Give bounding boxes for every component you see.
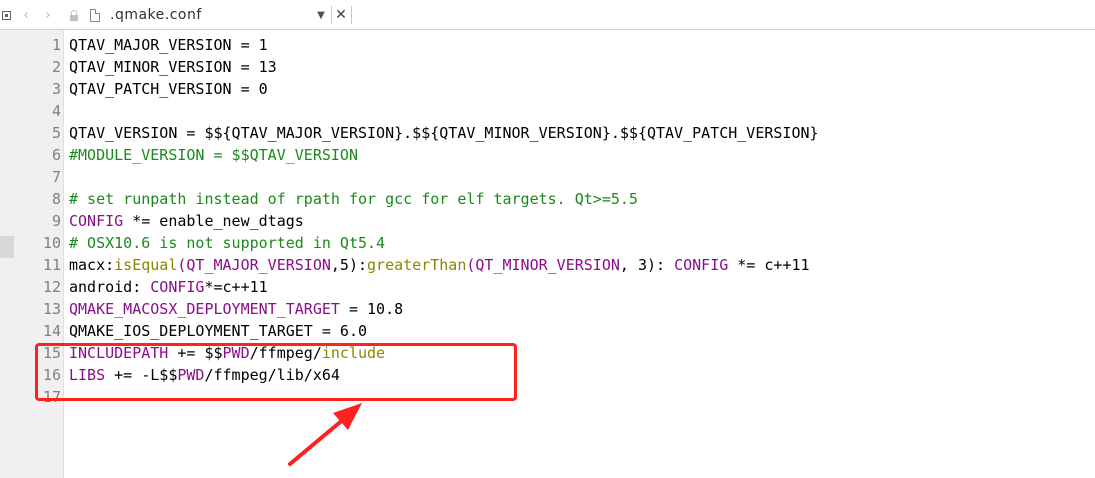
code-text[interactable]: QTAV_MINOR_VERSION = 13 [69, 56, 277, 78]
tab-divider [351, 6, 352, 24]
code-token: android: [69, 278, 151, 296]
code-token: CONFIG [150, 278, 205, 296]
code-token: ,5): [330, 256, 368, 274]
code-line[interactable]: 12 android: CONFIG*=c++11 [0, 276, 1095, 298]
code-token: QMAKE_IOS_DEPLOYMENT_TARGET = 6.0 [69, 322, 368, 340]
code-line[interactable]: 6 #MODULE_VERSION = $$QTAV_VERSION [0, 144, 1095, 166]
file-icon [88, 0, 102, 30]
code-text[interactable]: # OSX10.6 is not supported in Qt5.4 [69, 232, 385, 254]
lock-icon[interactable] [67, 0, 81, 30]
code-line[interactable]: 9 CONFIG *= enable_new_dtags [0, 210, 1095, 232]
code-token: QTAV_PATCH_VERSION = 0 [69, 80, 268, 98]
code-token: , 3): [619, 256, 675, 274]
line-number: 11 [42, 256, 61, 274]
code-text[interactable]: QTAV_VERSION = $${QTAV_MAJOR_VERSION}.$$… [69, 122, 819, 144]
code-line[interactable]: 7 [0, 166, 1095, 188]
line-number: 9 [51, 212, 61, 230]
triangle-down-icon[interactable]: ▼ [314, 0, 328, 30]
close-icon[interactable]: ✕ [334, 0, 348, 30]
code-token: QTAV_MINOR_VERSION = 13 [69, 58, 277, 76]
code-token: macx: [69, 256, 115, 274]
code-token: *= enable_new_dtags [123, 212, 304, 230]
code-text[interactable]: #MODULE_VERSION = $$QTAV_VERSION [69, 144, 358, 166]
code-line[interactable]: 14 QMAKE_IOS_DEPLOYMENT_TARGET = 6.0 [0, 320, 1095, 342]
code-line[interactable]: 1 QTAV_MAJOR_VERSION = 1 [0, 34, 1095, 56]
code-token: isEqual [114, 256, 178, 274]
code-token: CONFIG [69, 212, 124, 230]
line-number: 3 [51, 80, 61, 98]
code-line[interactable]: 13 QMAKE_MACOSX_DEPLOYMENT_TARGET = 10.8 [0, 298, 1095, 320]
chevron-left-icon[interactable]: ‹ [18, 0, 34, 30]
code-editor[interactable]: 1 QTAV_MAJOR_VERSION = 1 2 QTAV_MINOR_VERSI… [0, 30, 1095, 478]
line-number: 14 [42, 322, 61, 340]
code-line[interactable]: 4 [0, 100, 1095, 122]
highlight-annotation-box [35, 343, 517, 401]
code-token: # OSX10.6 is not supported in Qt5.4 [69, 234, 386, 252]
code-token: CONFIG [674, 256, 729, 274]
code-text[interactable]: QMAKE_MACOSX_DEPLOYMENT_TARGET = 10.8 [69, 298, 403, 320]
line-number: 12 [42, 278, 61, 296]
code-text[interactable]: QTAV_PATCH_VERSION = 0 [69, 78, 268, 100]
code-token: QT_MINOR_VERSION [475, 256, 620, 274]
tab-title[interactable]: .qmake.conf [110, 0, 202, 30]
code-line[interactable]: 3 QTAV_PATCH_VERSION = 0 [0, 78, 1095, 100]
line-number: 4 [51, 102, 61, 120]
code-token: QMAKE_MACOSX_DEPLOYMENT_TARGET [69, 300, 340, 318]
code-line[interactable]: 10 # OSX10.6 is not supported in Qt5.4 [0, 232, 1095, 254]
code-text[interactable]: macx:isEqual(QT_MAJOR_VERSION,5):greater… [69, 254, 810, 276]
line-number: 10 [42, 234, 61, 252]
line-number: 6 [51, 146, 61, 164]
code-token: # set runpath instead of rpath for gcc f… [69, 190, 638, 208]
tab-bar: ‹ › .qmake.conf ▼ ✕ [0, 0, 1095, 30]
code-line[interactable]: 11 macx:isEqual(QT_MAJOR_VERSION,5):great… [0, 254, 1095, 276]
code-token: QTAV_VERSION = $${QTAV_MAJOR_VERSION}.$$… [69, 124, 819, 142]
line-number: 8 [51, 190, 61, 208]
code-token: *= c++11 [728, 256, 810, 274]
line-number: 7 [51, 168, 61, 186]
code-token: QT_MAJOR_VERSION [186, 256, 331, 274]
code-line[interactable]: 2 QTAV_MINOR_VERSION = 13 [0, 56, 1095, 78]
code-token: *=c++11 [204, 278, 268, 296]
code-text[interactable]: QTAV_MAJOR_VERSION = 1 [69, 34, 268, 56]
tab-divider [331, 6, 332, 24]
chevron-right-icon[interactable]: › [40, 0, 56, 30]
code-line[interactable]: 8 # set runpath instead of rpath for gcc … [0, 188, 1095, 210]
code-text[interactable]: # set runpath instead of rpath for gcc f… [69, 188, 638, 210]
line-number: 5 [51, 124, 61, 142]
code-line[interactable]: 5 QTAV_VERSION = $${QTAV_MAJOR_VERSION}.$… [0, 122, 1095, 144]
code-token: QTAV_MAJOR_VERSION = 1 [69, 36, 268, 54]
code-token: greaterThan [367, 256, 467, 274]
code-token: = 10.8 [339, 300, 404, 318]
line-number: 2 [51, 58, 61, 76]
code-token: #MODULE_VERSION = $$QTAV_VERSION [69, 146, 358, 164]
code-text[interactable]: QMAKE_IOS_DEPLOYMENT_TARGET = 6.0 [69, 320, 367, 342]
code-text[interactable]: android: CONFIG*=c++11 [69, 276, 268, 298]
code-text[interactable]: CONFIG *= enable_new_dtags [69, 210, 304, 232]
line-number: 13 [42, 300, 61, 318]
panel-icon[interactable] [0, 0, 12, 30]
line-number: 1 [51, 36, 61, 54]
